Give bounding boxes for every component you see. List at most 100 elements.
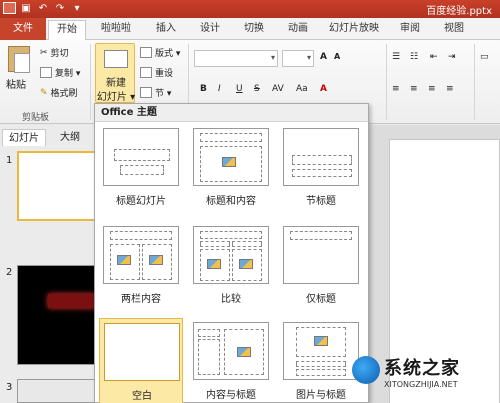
redo-icon[interactable]: ↷	[53, 2, 67, 15]
title-placeholder	[114, 149, 170, 161]
new-slide-icon	[104, 50, 128, 68]
reset-icon	[140, 67, 152, 78]
customize-icon[interactable]: ▾	[70, 2, 84, 15]
font-color-button[interactable]: A	[320, 84, 327, 94]
app-icon[interactable]	[3, 2, 16, 14]
layout-title-slide[interactable]: 标题幻灯片	[99, 124, 183, 219]
layout-section-header[interactable]: 节标题	[279, 124, 363, 219]
new-slide-button[interactable]: 新建 幻灯片 ▾	[95, 43, 135, 103]
ribbon-tabs: 文件 开始 啦啦啦 插入 设计 切换 动画 幻灯片放映 审阅 视图	[0, 18, 500, 41]
layout-content-with-caption[interactable]: 内容与标题	[189, 318, 273, 403]
font-name-combo[interactable]: ▾	[194, 50, 278, 67]
tab-view[interactable]: 视图	[434, 20, 474, 40]
scissors-icon: ✂	[40, 47, 48, 58]
layout-comparison[interactable]: 比较	[189, 222, 273, 317]
layout-thumbnail	[103, 128, 179, 186]
tab-insert[interactable]: 插入	[146, 20, 186, 40]
reset-button[interactable]: 重设	[140, 66, 173, 79]
layout-thumbnail	[193, 128, 269, 186]
tab-transitions[interactable]: 切换	[234, 20, 274, 40]
layout-name: 标题幻灯片	[116, 196, 166, 207]
justify-button[interactable]: ≡	[446, 84, 454, 94]
undo-icon[interactable]: ↶	[36, 2, 50, 15]
layout-thumbnail	[283, 128, 359, 186]
layout-icon	[140, 47, 152, 58]
layout-title-content[interactable]: 标题和内容	[189, 124, 273, 219]
shapes-button[interactable]: ▭	[480, 52, 489, 62]
align-center-button[interactable]: ≡	[410, 84, 418, 94]
increase-indent-button[interactable]: ⇥	[448, 52, 456, 62]
align-left-button[interactable]: ≡	[392, 84, 400, 94]
cut-label: 剪切	[50, 49, 69, 59]
layout-gallery: Office 主题 标题幻灯片 标题和内容 节标题 两栏内容 比较 仅标题 空白…	[94, 103, 369, 403]
slide-thumbnail-1[interactable]	[17, 151, 99, 221]
caption-placeholder	[198, 339, 220, 375]
align-right-button[interactable]: ≡	[428, 84, 436, 94]
slide-thumbnail-2[interactable]	[17, 265, 99, 365]
layout-thumbnail	[283, 226, 359, 284]
layout-thumbnail	[283, 322, 359, 380]
underline-button[interactable]: U	[236, 84, 243, 94]
title-placeholder	[198, 329, 220, 337]
strikethrough-button[interactable]: S	[254, 84, 260, 94]
group-separator	[90, 44, 91, 120]
layout-label: 版式 ▾	[155, 49, 181, 59]
title-placeholder	[292, 155, 352, 165]
slide-number: 3	[6, 382, 13, 393]
tab-home[interactable]: 开始	[48, 20, 86, 41]
font-size-combo[interactable]: ▾	[282, 50, 314, 67]
layout-thumbnail	[103, 226, 179, 284]
slides-panel: 幻灯片 大纲 1 2 3	[0, 125, 100, 403]
tab-file[interactable]: 文件	[0, 18, 46, 40]
bullets-button[interactable]: ☰	[392, 52, 400, 62]
group-separator	[474, 44, 475, 120]
tab-custom[interactable]: 啦啦啦	[92, 20, 140, 40]
title-bar: ▣ ↶ ↷ ▾ 百度经验.pptx	[0, 0, 500, 18]
picture-icon	[314, 336, 328, 346]
title-placeholder	[290, 231, 352, 240]
text-placeholder	[292, 169, 352, 177]
tab-animations[interactable]: 动画	[278, 20, 318, 40]
tab-slideshow[interactable]: 幻灯片放映	[324, 20, 384, 40]
slide-number: 2	[6, 267, 13, 278]
grow-font-button[interactable]: A	[320, 52, 327, 62]
content-icons	[117, 255, 131, 265]
change-case-button[interactable]: Aa	[296, 84, 308, 94]
layout-two-content[interactable]: 两栏内容	[99, 222, 183, 317]
tab-design[interactable]: 设计	[190, 20, 230, 40]
section-button[interactable]: 节 ▾	[140, 86, 171, 99]
layout-button[interactable]: 版式 ▾	[140, 46, 180, 59]
caption-placeholder	[296, 369, 346, 376]
chevron-down-icon: ▾	[270, 53, 275, 62]
section-label: 节 ▾	[155, 89, 172, 99]
copy-button[interactable]: 复制 ▾	[40, 66, 80, 79]
decrease-indent-button[interactable]: ⇤	[430, 52, 438, 62]
document-title: 百度经验.pptx	[426, 6, 492, 17]
content-icons	[149, 255, 163, 265]
paste-icon[interactable]	[8, 46, 30, 73]
slide-thumbnail-3[interactable]	[17, 379, 99, 403]
format-painter-button[interactable]: ✎ 格式刷	[40, 86, 78, 100]
numbering-button[interactable]: ☷	[410, 52, 418, 62]
save-icon[interactable]: ▣	[19, 2, 33, 15]
tab-review[interactable]: 审阅	[390, 20, 430, 40]
bold-button[interactable]: B	[200, 84, 207, 94]
tab-slides[interactable]: 幻灯片	[2, 129, 46, 146]
new-slide-label-2: 幻灯片 ▾	[96, 92, 136, 103]
layout-name: 两栏内容	[121, 294, 161, 305]
cut-button[interactable]: ✂ 剪切	[40, 46, 69, 60]
tab-outline[interactable]: 大纲	[54, 129, 86, 146]
reset-label: 重设	[155, 69, 174, 79]
layout-blank[interactable]: 空白	[99, 318, 183, 403]
content-icons	[222, 157, 236, 167]
char-spacing-button[interactable]: AV	[272, 84, 284, 94]
italic-button[interactable]: I	[218, 84, 221, 94]
subtitle-placeholder	[120, 165, 164, 175]
layout-title-only[interactable]: 仅标题	[279, 222, 363, 317]
layout-name: 内容与标题	[206, 390, 256, 401]
brush-icon: ✎	[40, 87, 48, 98]
copy-label: 复制 ▾	[55, 69, 81, 79]
paste-button[interactable]: 粘贴	[6, 76, 26, 91]
shrink-font-button[interactable]: A	[334, 52, 340, 61]
watermark-name: 系统之家	[384, 358, 460, 379]
